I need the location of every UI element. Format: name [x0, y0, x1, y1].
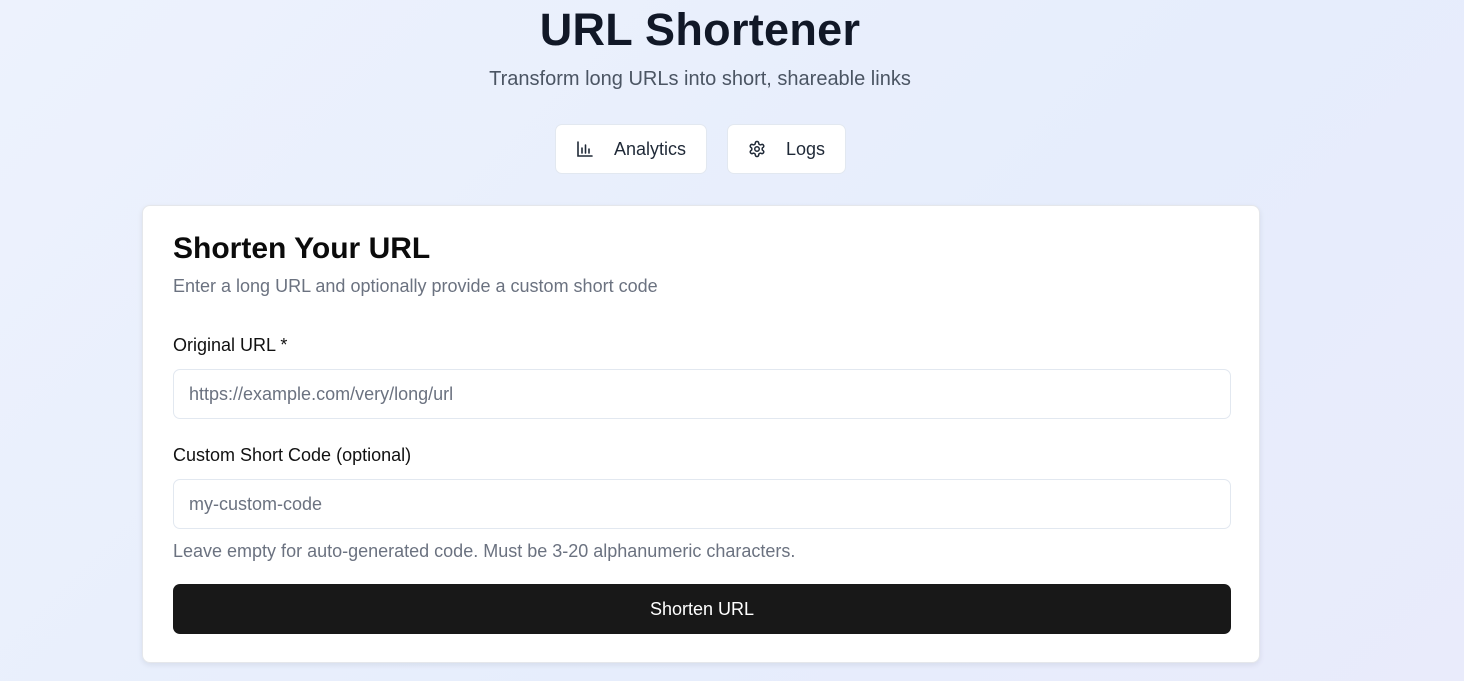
logs-button[interactable]: Logs	[727, 124, 846, 174]
original-url-label: Original URL *	[173, 335, 288, 355]
card-title: Shorten Your URL	[173, 232, 431, 265]
logs-label: Logs	[785, 138, 825, 159]
page-subtitle: Transform long URLs into short, shareabl…	[489, 68, 911, 90]
gear-icon	[748, 139, 767, 159]
page-title: URL Shortener	[539, 4, 861, 55]
card-description: Enter a long URL and optionally provide …	[173, 276, 658, 296]
custom-code-label: Custom Short Code (optional)	[173, 445, 412, 465]
shorten-url-card: Shorten Your URL Enter a long URL and op…	[142, 205, 1260, 663]
analytics-label: Analytics	[613, 138, 686, 159]
nav-buttons: Analytics Logs	[555, 124, 846, 174]
shorten-url-button[interactable]: Shorten URL	[173, 584, 1231, 634]
original-url-input[interactable]	[173, 369, 1231, 419]
custom-code-hint: Leave empty for auto-generated code. Mus…	[173, 541, 796, 561]
analytics-button[interactable]: Analytics	[555, 124, 707, 174]
bar-chart-icon	[576, 139, 595, 159]
custom-code-input[interactable]	[173, 479, 1231, 529]
